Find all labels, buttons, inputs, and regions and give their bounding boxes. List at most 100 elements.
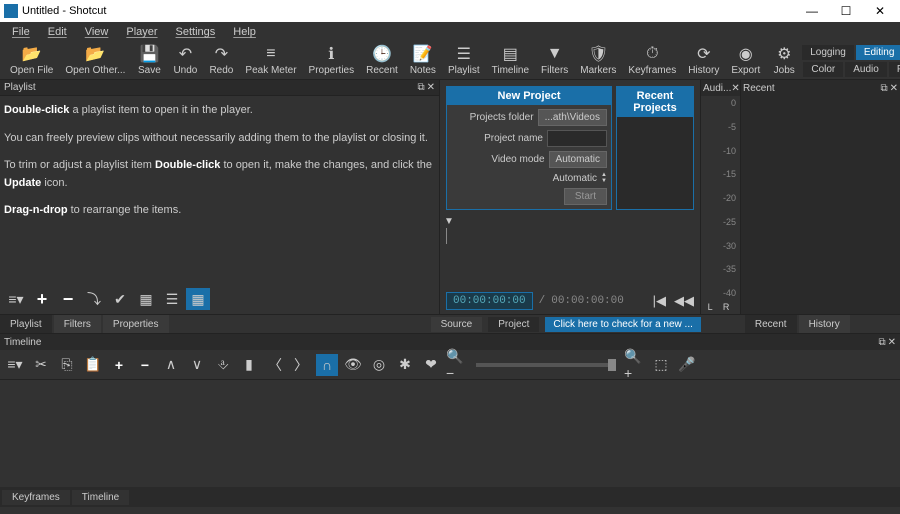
tab-source[interactable]: Source	[431, 317, 483, 332]
mode-audio[interactable]: Audio	[845, 62, 887, 77]
overwrite-icon[interactable]: ∨	[186, 354, 208, 376]
playlist-button[interactable]: ☰Playlist	[442, 43, 486, 78]
main-toolbar: 📂Open File📂Open Other...💾Save↶Undo↷Redo≡…	[0, 42, 900, 80]
peak-meter-button[interactable]: ≡Peak Meter	[239, 43, 302, 78]
project-name-input[interactable]	[547, 130, 607, 147]
recent-projects-header: Recent Projects	[617, 87, 693, 117]
tab-history[interactable]: History	[799, 315, 850, 333]
projects-folder-button[interactable]: ...ath\Videos	[538, 109, 607, 126]
export-button[interactable]: ◉Export	[725, 43, 766, 78]
scrub-icon[interactable]: 👁	[342, 354, 364, 376]
cut-icon[interactable]: ✂	[30, 354, 52, 376]
open-file-button[interactable]: 📂Open File	[4, 43, 59, 78]
app-logo	[4, 4, 18, 18]
start-button[interactable]: Start	[564, 188, 607, 205]
playlist-close-icon[interactable]: ✕	[427, 82, 435, 93]
menu-player[interactable]: Player	[118, 24, 165, 40]
timeline-close-icon[interactable]: ✕	[888, 337, 896, 348]
maximize-button[interactable]: ☐	[838, 4, 854, 18]
recent-undock-icon[interactable]: ⧉	[880, 83, 887, 94]
copy-icon[interactable]: ⎘	[56, 354, 78, 376]
skip-previous-icon[interactable]: |◀	[653, 293, 666, 309]
marker-dropdown[interactable]: ▼	[440, 216, 700, 228]
playlist-undock-icon[interactable]: ⧉	[417, 82, 424, 93]
zoom-slider[interactable]	[476, 363, 616, 367]
tab-timeline[interactable]: Timeline	[72, 490, 129, 505]
spin-down-icon[interactable]: ▼	[601, 178, 607, 184]
recent-header: Recent ⧉✕	[741, 80, 900, 96]
markers-button[interactable]: 🛡Markers	[574, 43, 622, 78]
playlist-list-icon[interactable]: ☰	[160, 288, 184, 310]
recent-close-icon[interactable]: ✕	[890, 83, 898, 94]
keyframes-button[interactable]: ⏱Keyframes	[622, 43, 682, 78]
recent-button[interactable]: 🕒Recent	[360, 43, 404, 78]
ripple-markers-icon[interactable]: ❤	[420, 354, 442, 376]
ripple-all-icon[interactable]: ✱	[394, 354, 416, 376]
recent-list[interactable]	[741, 96, 900, 314]
playlist-details-icon[interactable]: ▦	[134, 288, 158, 310]
check-update-button[interactable]: Click here to check for a new ...	[545, 317, 701, 332]
timeline-menu-icon[interactable]: ≡▾	[4, 354, 26, 376]
playlist-remove-icon[interactable]: −	[56, 288, 80, 310]
undo-button[interactable]: ↶Undo	[167, 43, 203, 78]
remove-icon[interactable]: −	[134, 354, 156, 376]
marker-icon[interactable]: ▮	[238, 354, 260, 376]
jobs-button[interactable]: ⚙Jobs	[766, 43, 802, 78]
playlist-menu-icon[interactable]: ≡▾	[4, 288, 28, 310]
mode-logging[interactable]: Logging	[802, 45, 854, 60]
video-mode-auto-label: Automatic	[553, 173, 597, 184]
prev-marker-icon[interactable]: 〈	[264, 354, 286, 376]
timeline-undock-icon[interactable]: ⧉	[878, 337, 885, 348]
redo-button[interactable]: ↷Redo	[203, 43, 239, 78]
tab-playlist[interactable]: Playlist	[0, 315, 52, 333]
snap-icon[interactable]: ∩	[316, 354, 338, 376]
zoom-fit-icon[interactable]: ⬚	[650, 354, 672, 376]
bottom-tabs: Keyframes Timeline	[0, 487, 900, 507]
mode-player[interactable]: Player	[889, 62, 900, 77]
video-mode-select[interactable]: Automatic	[549, 151, 607, 168]
mode-color[interactable]: Color	[803, 62, 843, 77]
save-button[interactable]: 💾Save	[131, 43, 167, 78]
playlist-check-icon[interactable]: ✔	[108, 288, 132, 310]
timeline-title: Timeline	[4, 337, 41, 348]
close-button[interactable]: ✕	[872, 4, 888, 18]
zoom-out-icon[interactable]: 🔍−	[446, 354, 468, 376]
ripple-icon[interactable]: ◎	[368, 354, 390, 376]
audio-close-icon[interactable]: ✕	[731, 83, 739, 94]
minimize-button[interactable]: —	[804, 4, 820, 18]
tab-recent[interactable]: Recent	[745, 315, 797, 333]
menu-edit[interactable]: Edit	[40, 24, 75, 40]
zoom-in-icon[interactable]: 🔍+	[624, 354, 646, 376]
split-icon[interactable]: ⎀	[212, 354, 234, 376]
redo-icon: ↷	[215, 45, 228, 63]
mode-editing[interactable]: Editing	[856, 45, 900, 60]
rewind-icon[interactable]: ◀◀	[674, 293, 694, 309]
filters-button[interactable]: ▼Filters	[535, 43, 574, 78]
next-marker-icon[interactable]: 〉	[290, 354, 312, 376]
history-button[interactable]: ⟳History	[682, 43, 725, 78]
tab-filters[interactable]: Filters	[54, 315, 101, 333]
tab-properties[interactable]: Properties	[103, 315, 169, 333]
timecode-current[interactable]: 00:00:00:00	[446, 292, 533, 310]
playlist-update-icon[interactable]: ⤵	[82, 288, 106, 310]
timeline-toolbar: ≡▾ ✂ ⎘ 📋 + − ∧ ∨ ⎀ ▮ 〈 〉 ∩ 👁 ◎ ✱ ❤ 🔍− 🔍+…	[0, 350, 900, 380]
tab-keyframes[interactable]: Keyframes	[2, 490, 70, 505]
playlist-grid-icon[interactable]: ▦	[186, 288, 210, 310]
notes-button[interactable]: 📝Notes	[404, 43, 442, 78]
menu-help[interactable]: Help	[225, 24, 264, 40]
playlist-add-icon[interactable]: +	[30, 288, 54, 310]
tab-project[interactable]: Project	[488, 317, 539, 332]
lift-icon[interactable]: ∧	[160, 354, 182, 376]
timeline-button[interactable]: ▤Timeline	[486, 43, 535, 78]
menu-file[interactable]: File	[4, 24, 38, 40]
export-icon: ◉	[739, 45, 753, 63]
paste-icon[interactable]: 📋	[82, 354, 104, 376]
menu-settings[interactable]: Settings	[168, 24, 224, 40]
open-other--button[interactable]: 📂Open Other...	[59, 43, 131, 78]
menu-view[interactable]: View	[77, 24, 117, 40]
info-icon: ℹ	[328, 45, 334, 63]
window-title: Untitled - Shotcut	[22, 5, 106, 17]
append-icon[interactable]: +	[108, 354, 130, 376]
properties-button[interactable]: ℹProperties	[303, 43, 361, 78]
record-audio-icon[interactable]: 🎤	[676, 354, 698, 376]
